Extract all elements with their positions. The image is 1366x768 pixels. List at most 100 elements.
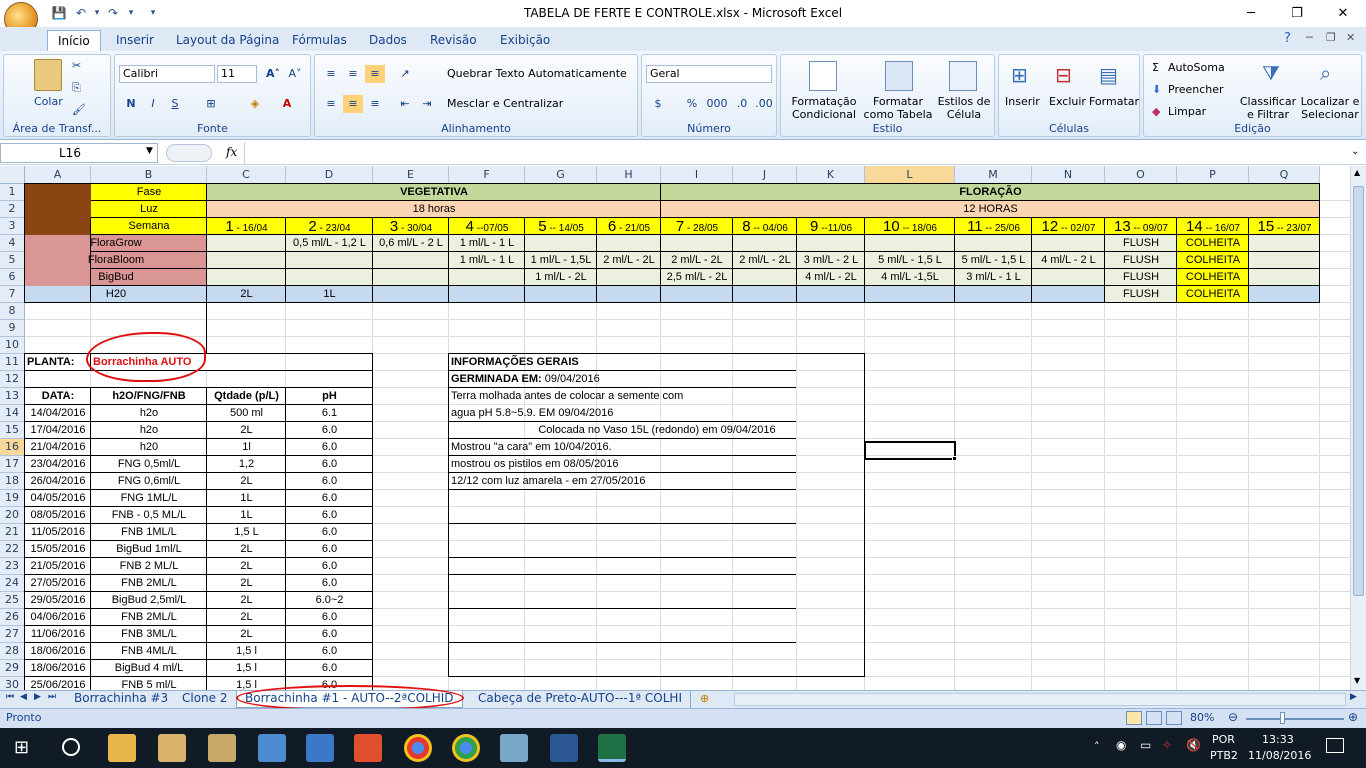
log-cell[interactable]: 18/06/2016	[25, 643, 91, 660]
log-cell[interactable]: 21/05/2016	[25, 558, 91, 575]
col-header-J[interactable]: J	[733, 166, 797, 184]
row-header-16[interactable]: 16	[0, 439, 25, 456]
row-header-23[interactable]: 23	[0, 558, 25, 575]
worksheet-grid[interactable]: ABCDEFGHIJKLMNOPQ 1 2 3 4 5 6 7 8 9 10 11 12 13 14 15 1…	[0, 166, 1350, 690]
align-center-icon[interactable]: ≡	[343, 95, 363, 113]
col-header-N[interactable]: N	[1032, 166, 1105, 184]
week-12[interactable]: 12 -- 02/07	[1032, 218, 1105, 235]
zoom-slider[interactable]	[1246, 718, 1344, 720]
increase-decimal-icon[interactable]: .0	[732, 95, 752, 113]
grow-font-icon[interactable]: A˄	[263, 65, 283, 83]
info-line[interactable]: mostrou os pistilos em 08/05/2016	[449, 456, 865, 473]
sort-filter-icon[interactable]: ⧩	[1262, 61, 1280, 85]
conditional-format-icon[interactable]	[809, 61, 837, 91]
week-2[interactable]: 2 - 23/04	[286, 218, 373, 235]
italic-button[interactable]: I	[143, 95, 163, 113]
col-header-I[interactable]: I	[661, 166, 733, 184]
log-cell[interactable]: 26/04/2016	[25, 473, 91, 490]
vegetativa-header[interactable]: VEGETATIVA	[207, 184, 661, 201]
row-header-11[interactable]: 11	[0, 354, 25, 371]
log-cell[interactable]: BigBud 2,5ml/L	[91, 592, 207, 609]
row-header-30[interactable]: 30	[0, 677, 25, 690]
row-header-27[interactable]: 27	[0, 626, 25, 643]
log-header-2[interactable]: Qtdade (p/L)	[207, 388, 286, 405]
number-format-select[interactable]: Geral	[646, 65, 772, 83]
florabloom-m[interactable]: 5 ml/L - 1,5 L	[955, 252, 1032, 269]
log-cell[interactable]: h2o	[91, 422, 207, 439]
row-header-1[interactable]: 1	[0, 184, 25, 201]
h20-p[interactable]: COLHEITA	[1177, 286, 1249, 303]
find-select-button[interactable]: Localizar e Selecionar	[1300, 95, 1360, 121]
close-icon[interactable]: ✕	[1320, 0, 1366, 27]
log-cell[interactable]: 1,5 l	[207, 660, 286, 677]
zoom-in-icon[interactable]: ⊕	[1348, 710, 1358, 724]
info-title[interactable]: INFORMAÇÕES GERAIS	[449, 354, 865, 371]
week-7[interactable]: 7 - 28/05	[661, 218, 733, 235]
luz-label[interactable]: Luz	[91, 201, 207, 218]
underline-button[interactable]: S	[165, 95, 185, 113]
ribbon-minimize-icon[interactable]: ─	[1306, 31, 1313, 44]
week-8[interactable]: 8 -- 04/06	[733, 218, 797, 235]
row-header-12[interactable]: 12	[0, 371, 25, 388]
row-header-20[interactable]: 20	[0, 507, 25, 524]
insert-cells-button[interactable]: Inserir	[1005, 95, 1040, 108]
currency-icon[interactable]: $	[648, 95, 668, 113]
clear-icon[interactable]: ◆	[1152, 105, 1160, 118]
bold-button[interactable]: N	[121, 95, 141, 113]
log-cell[interactable]: 500 ml	[207, 405, 286, 422]
bigbud-k[interactable]: 4 ml/L - 2L	[797, 269, 865, 286]
decrease-indent-icon[interactable]: ⇤	[395, 95, 415, 113]
florabloom-l[interactable]: 5 ml/L - 1,5 L	[865, 252, 955, 269]
delete-cells-button[interactable]: Excluir	[1049, 95, 1086, 108]
scroll-thumb[interactable]	[1353, 186, 1364, 596]
lang-top[interactable]: POR	[1212, 733, 1235, 746]
insert-cells-icon[interactable]: ⊞	[1011, 63, 1028, 87]
florabloom-j[interactable]: 2 ml/L - 2L	[733, 252, 797, 269]
horizontal-scrollbar[interactable]	[734, 693, 1346, 706]
windows-start-icon[interactable]: ⊞	[14, 737, 29, 758]
row-header-2[interactable]: 2	[0, 201, 25, 218]
volume-icon[interactable]: 🔇	[1186, 738, 1201, 752]
luz-12h[interactable]: 12 HORAS	[661, 201, 1320, 218]
log-cell[interactable]: 6.0	[286, 473, 373, 490]
log-cell[interactable]: 04/05/2016	[25, 490, 91, 507]
font-name-select[interactable]: Calibri	[119, 65, 215, 83]
log-cell[interactable]: FNB - 0,5 ML/L	[91, 507, 207, 524]
log-cell[interactable]: 6.0	[286, 626, 373, 643]
h20-label[interactable]: H20	[25, 286, 207, 303]
next-sheet-icon[interactable]: ▶	[34, 692, 41, 702]
week-11[interactable]: 11 -- 25/06	[955, 218, 1032, 235]
log-cell[interactable]: h20	[91, 439, 207, 456]
row-header-10[interactable]: 10	[0, 337, 25, 354]
row-header-14[interactable]: 14	[0, 405, 25, 422]
row-header-24[interactable]: 24	[0, 575, 25, 592]
percent-button[interactable]: %	[682, 95, 702, 113]
zoom-slider-thumb[interactable]	[1280, 712, 1285, 724]
font-color-icon[interactable]: A	[277, 95, 297, 113]
col-header-M[interactable]: M	[955, 166, 1032, 184]
log-cell[interactable]: FNB 2ML/L	[91, 575, 207, 592]
log-cell[interactable]: 6.0	[286, 558, 373, 575]
col-header-C[interactable]: C	[207, 166, 286, 184]
col-header-Q[interactable]: Q	[1249, 166, 1320, 184]
log-cell[interactable]: 14/04/2016	[25, 405, 91, 422]
florabloom-n[interactable]: 4 ml/L - 2 L	[1032, 252, 1105, 269]
vertical-scrollbar[interactable]: ▲ ▼	[1350, 166, 1366, 690]
log-cell[interactable]: 6.0	[286, 507, 373, 524]
log-cell[interactable]: 6.0	[286, 439, 373, 456]
autosum-button[interactable]: AutoSoma	[1168, 61, 1225, 74]
active-cell-L16[interactable]	[864, 441, 956, 460]
zoom-level[interactable]: 80%	[1190, 711, 1214, 724]
log-cell[interactable]: FNB 4ML/L	[91, 643, 207, 660]
file-explorer-icon[interactable]	[108, 734, 136, 762]
log-cell[interactable]: 2L	[207, 609, 286, 626]
log-cell[interactable]: 18/06/2016	[25, 660, 91, 677]
align-top-icon[interactable]: ≡	[321, 65, 341, 83]
tab-exibicao[interactable]: Exibição	[490, 30, 560, 51]
h20-o[interactable]: FLUSH	[1105, 286, 1177, 303]
formula-expand-arrow-icon[interactable]: ⌄	[1351, 146, 1359, 157]
lang-bottom[interactable]: PTB2	[1210, 749, 1238, 762]
col-header-K[interactable]: K	[797, 166, 865, 184]
row-header-15[interactable]: 15	[0, 422, 25, 439]
align-left-icon[interactable]: ≡	[321, 95, 341, 113]
